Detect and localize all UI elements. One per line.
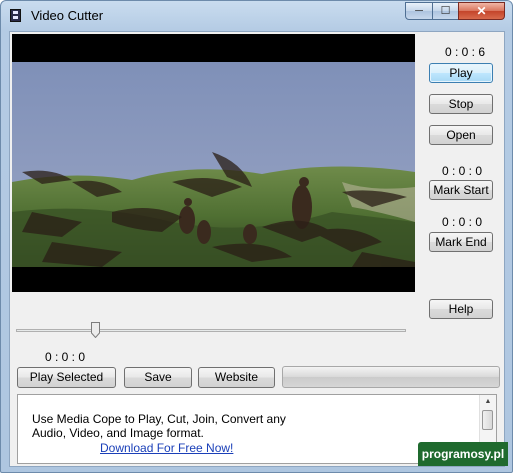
play-button[interactable]: Play — [429, 63, 493, 83]
app-window: Video Cutter ─ ☐ ✕ 0: 0: 6 Play Stop O… — [0, 0, 513, 473]
video-frame — [12, 62, 415, 267]
scroll-up-icon[interactable]: ▲ — [481, 395, 495, 409]
mark-start-button[interactable]: Mark Start — [429, 180, 493, 200]
window-title: Video Cutter — [31, 8, 104, 23]
minimize-icon: ─ — [415, 5, 423, 17]
position-time: 0 : 0 : 0 — [44, 350, 86, 364]
mark-end-button[interactable]: Mark End — [429, 232, 493, 252]
film-icon — [10, 9, 21, 22]
current-time-display: 0 : 0 : 6 — [444, 45, 486, 59]
mark-end-time: 0 : 0 : 0 — [441, 215, 483, 229]
maximize-icon: ☐ — [440, 5, 451, 17]
help-button[interactable]: Help — [429, 299, 493, 319]
mark-start-time: 0 : 0 : 0 — [441, 164, 483, 178]
info-text: Use Media Cope to Play, Cut, Join, Conve… — [32, 412, 286, 440]
close-button[interactable]: ✕ — [458, 2, 505, 20]
video-player[interactable] — [12, 34, 415, 292]
seek-slider-thumb[interactable] — [91, 322, 100, 338]
stop-button[interactable]: Stop — [429, 94, 493, 114]
open-button[interactable]: Open — [429, 125, 493, 145]
save-button[interactable]: Save — [124, 367, 192, 388]
seek-slider-track[interactable] — [16, 329, 406, 332]
progress-bar — [282, 366, 500, 388]
maximize-button[interactable]: ☐ — [432, 2, 459, 20]
client-area: 0 : 0 : 6 Play Stop Open 0 : 0 : 0 Mark … — [9, 31, 505, 467]
scroll-thumb[interactable] — [482, 410, 493, 430]
close-icon: ✕ — [476, 4, 487, 18]
minimize-button[interactable]: ─ — [405, 2, 433, 20]
download-link[interactable]: Download For Free Now! — [100, 441, 233, 455]
watermark-badge: programosy.pl — [418, 442, 508, 466]
website-button[interactable]: Website — [198, 367, 275, 388]
title-bar[interactable]: Video Cutter ─ ☐ ✕ — [1, 1, 512, 29]
play-selected-button[interactable]: Play Selected — [17, 367, 116, 388]
